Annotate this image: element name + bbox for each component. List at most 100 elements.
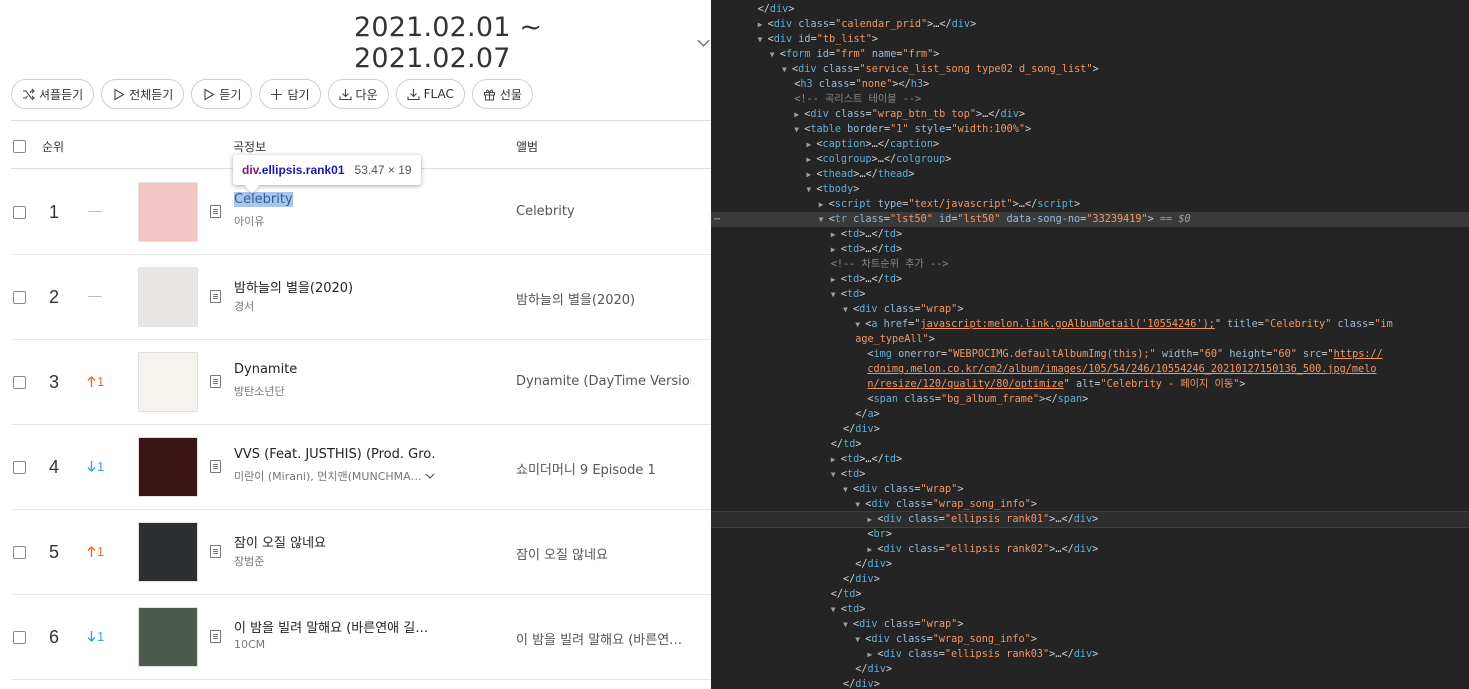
toolbar-button-5[interactable]: FLAC bbox=[395, 79, 465, 109]
dom-tree-line[interactable]: </div> bbox=[711, 677, 1469, 689]
dom-tree-line[interactable]: ▼ <div class="wrap"> bbox=[711, 482, 1469, 497]
dom-tree-line[interactable]: </div> bbox=[711, 662, 1469, 677]
dom-tree-line[interactable]: ▼ <a href="javascript:melon.link.goAlbumD… bbox=[711, 317, 1469, 332]
dom-tree-line[interactable]: <br> bbox=[711, 527, 1469, 542]
collapse-arrow-icon: ▼ bbox=[769, 50, 775, 59]
album-cover[interactable] bbox=[138, 267, 198, 327]
dom-tree-line[interactable]: ▼ <div class="wrap"> bbox=[711, 302, 1469, 317]
dom-tree-line[interactable]: <h3 class="none"></h3> bbox=[711, 77, 1469, 92]
row-checkbox[interactable] bbox=[13, 461, 26, 474]
song-title[interactable]: 밤하늘의 별을(2020) bbox=[234, 277, 353, 296]
dom-tree-line[interactable]: ▼ <form id="frm" name="frm"> bbox=[711, 47, 1469, 62]
artist-name[interactable]: 장범준 bbox=[234, 553, 264, 569]
dom-tree-line[interactable]: ▼ <tbody> bbox=[711, 182, 1469, 197]
song-info-icon[interactable] bbox=[210, 545, 221, 558]
album-name[interactable]: Celebrity bbox=[516, 204, 575, 219]
dom-tree-line[interactable]: ▼ <div class="wrap"> bbox=[711, 617, 1469, 632]
dom-tree-line[interactable]: ▼ <td> bbox=[711, 602, 1469, 617]
row-checkbox[interactable] bbox=[13, 291, 26, 304]
dom-tree-line[interactable]: ▶ <div class="ellipsis rank01">…</div> bbox=[711, 511, 1469, 528]
album-name[interactable]: 쇼미더머니 9 Episode 1 bbox=[516, 459, 656, 478]
dom-tree-line[interactable]: ▶ <thead>…</thead> bbox=[711, 167, 1469, 182]
select-all-checkbox[interactable] bbox=[13, 140, 26, 153]
date-range-selector[interactable]: 2021.02.01 ~ 2021.02.07 bbox=[354, 12, 711, 74]
dom-tree-line[interactable]: ▶ <div class="ellipsis rank02">…</div> bbox=[711, 542, 1469, 557]
dom-tree-line[interactable]: ▶ <td>…</td> bbox=[711, 242, 1469, 257]
dom-tree-line[interactable]: <span class="bg_album_frame"></span> bbox=[711, 392, 1469, 407]
dom-tree-line[interactable]: ▶ <caption>…</caption> bbox=[711, 137, 1469, 152]
dom-tree-line[interactable]: ▼ <div class="service_list_song type02 d_… bbox=[711, 62, 1469, 77]
album-cover[interactable] bbox=[138, 522, 198, 582]
dom-tree-line[interactable]: ▼ <td> bbox=[711, 467, 1469, 482]
row-checkbox[interactable] bbox=[13, 206, 26, 219]
dom-tree-line[interactable]: ▶ <td>…</td> bbox=[711, 452, 1469, 467]
artist-name[interactable]: 경서 bbox=[234, 298, 254, 314]
artist-name[interactable]: 10CM bbox=[234, 638, 265, 651]
dom-tree-line[interactable]: cdnimg.melon.co.kr/cm2/album/images/105/… bbox=[711, 362, 1469, 377]
toolbar-button-1[interactable]: 전체듣기 bbox=[101, 79, 185, 109]
dom-tree-line[interactable]: </div> bbox=[711, 557, 1469, 572]
dom-tree-line[interactable]: ▶ <colgroup>…</colgroup> bbox=[711, 152, 1469, 167]
artist-name[interactable]: 미란이 (Mirani), 먼치맨(MUNCHMA… bbox=[234, 468, 435, 484]
toolbar-button-3[interactable]: 담기 bbox=[259, 79, 321, 109]
toolbar-button-2[interactable]: 듣기 bbox=[191, 79, 253, 109]
dom-tree-line[interactable]: age_typeAll"> bbox=[711, 332, 1469, 347]
song-title[interactable]: Celebrity bbox=[234, 192, 293, 207]
dom-tree-line[interactable]: ▶ <td>…</td> bbox=[711, 272, 1469, 287]
song-info-icon[interactable] bbox=[210, 630, 221, 643]
album-name[interactable]: 이 밤을 빌려 말해요 (바른연… bbox=[516, 629, 682, 648]
chevron-down-icon bbox=[697, 39, 710, 47]
dom-tree-line[interactable]: ▶ <div class="wrap_btn_tb top">…</div> bbox=[711, 107, 1469, 122]
row-checkbox[interactable] bbox=[13, 631, 26, 644]
table-row: 2 밤하늘의 별을(2020) 경서 밤하늘의 별을(2020) bbox=[11, 255, 711, 340]
dom-tree-line[interactable]: ▶ <td>…</td> bbox=[711, 227, 1469, 242]
album-cover[interactable] bbox=[138, 352, 198, 412]
expand-arrow-icon: ▶ bbox=[830, 245, 836, 254]
toolbar-button-6[interactable]: 선물 bbox=[471, 79, 533, 109]
song-title[interactable]: VVS (Feat. JUSTHIS) (Prod. Gro… bbox=[234, 447, 434, 462]
album-name[interactable]: Dynamite (DayTime Version) bbox=[516, 374, 691, 389]
toolbar-button-4[interactable]: 다운 bbox=[327, 79, 389, 109]
song-title[interactable]: Dynamite bbox=[234, 362, 297, 377]
play-icon bbox=[114, 88, 125, 100]
row-checkbox[interactable] bbox=[13, 376, 26, 389]
toolbar-button-0[interactable]: 셔플듣기 bbox=[11, 79, 95, 109]
dom-tree-line[interactable]: ▼ <td> bbox=[711, 287, 1469, 302]
dom-tree-line[interactable]: ▶ <div class="ellipsis rank03">…</div> bbox=[711, 647, 1469, 662]
artist-name[interactable]: 아이유 bbox=[234, 213, 264, 229]
dom-tree-line[interactable]: </div> bbox=[711, 572, 1469, 587]
song-info-icon[interactable] bbox=[210, 205, 221, 218]
dom-tree-line[interactable]: ▼ <div class="wrap_song_info"> bbox=[711, 497, 1469, 512]
dom-tree-line[interactable]: <img onerror="WEBPOCIMG.defaultAlbumImg(… bbox=[711, 347, 1469, 362]
album-cover[interactable] bbox=[138, 437, 198, 497]
song-info-icon[interactable] bbox=[210, 460, 221, 473]
song-info-icon[interactable] bbox=[210, 290, 221, 303]
dom-tree-line[interactable]: </td> bbox=[711, 587, 1469, 602]
dom-tree-line[interactable]: ▶ <script type="text/javascript">…</scrip… bbox=[711, 197, 1469, 212]
dom-tree-line[interactable]: <!-- 차트순위 추가 --> bbox=[711, 257, 1469, 272]
album-cover[interactable] bbox=[138, 182, 198, 242]
album-cover[interactable] bbox=[138, 607, 198, 667]
row-checkbox[interactable] bbox=[13, 546, 26, 559]
album-name[interactable]: 잠이 오질 않네요 bbox=[516, 544, 608, 563]
dom-tree-line[interactable]: ▶ <div class="calendar_prid">…</div> bbox=[711, 17, 1469, 32]
element-inspect-tooltip: div.ellipsis.rank01 53.47 × 19 bbox=[233, 155, 421, 185]
dom-tree-line[interactable]: ▼ <tr class="lst50" id="lst50" data-song-… bbox=[711, 212, 1469, 227]
dom-tree-line[interactable]: ▼ <div id="tb_list"> bbox=[711, 32, 1469, 47]
more-options-icon[interactable]: ⋯ bbox=[714, 212, 720, 227]
dom-tree-line[interactable]: </td> bbox=[711, 437, 1469, 452]
dom-tree-line[interactable]: </div> bbox=[711, 2, 1469, 17]
dom-tree-line[interactable]: </a> bbox=[711, 407, 1469, 422]
dom-tree-line[interactable]: <!-- 곡리스트 테이블 --> bbox=[711, 92, 1469, 107]
song-title[interactable]: 이 밤을 빌려 말해요 (바른연애 길… bbox=[234, 617, 428, 636]
rank-down-icon bbox=[87, 631, 96, 642]
dom-tree-line[interactable]: </div> bbox=[711, 422, 1469, 437]
artist-name[interactable]: 방탄소년단 bbox=[234, 383, 285, 399]
album-name[interactable]: 밤하늘의 별을(2020) bbox=[516, 289, 635, 308]
chevron-down-icon[interactable] bbox=[425, 473, 435, 480]
song-title[interactable]: 잠이 오질 않네요 bbox=[234, 532, 326, 551]
song-info-icon[interactable] bbox=[210, 375, 221, 388]
dom-tree-line[interactable]: ▼ <table border="1" style="width:100%"> bbox=[711, 122, 1469, 137]
dom-tree-line[interactable]: ▼ <div class="wrap_song_info"> bbox=[711, 632, 1469, 647]
dom-tree-line[interactable]: n/resize/120/quality/80/optimize" alt="C… bbox=[711, 377, 1469, 392]
